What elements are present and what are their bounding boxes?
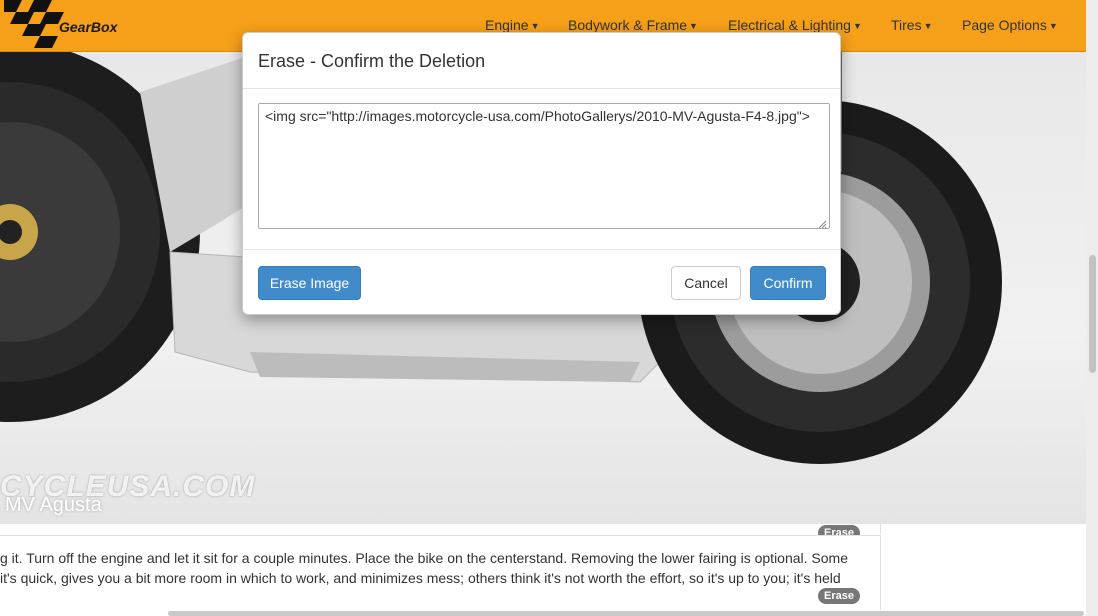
resize-grip-icon[interactable] xyxy=(817,219,827,229)
modal-footer-divider xyxy=(243,249,840,250)
confirm-button[interactable]: Confirm xyxy=(750,266,826,300)
modal-header: Erase - Confirm the Deletion xyxy=(243,33,840,89)
erase-image-button[interactable]: Erase Image xyxy=(258,266,361,300)
cancel-button[interactable]: Cancel xyxy=(671,266,741,300)
modal-title: Erase - Confirm the Deletion xyxy=(258,51,486,71)
image-code-textarea[interactable] xyxy=(258,103,830,229)
erase-confirm-modal: Erase - Confirm the Deletion Erase Image… xyxy=(242,32,841,315)
